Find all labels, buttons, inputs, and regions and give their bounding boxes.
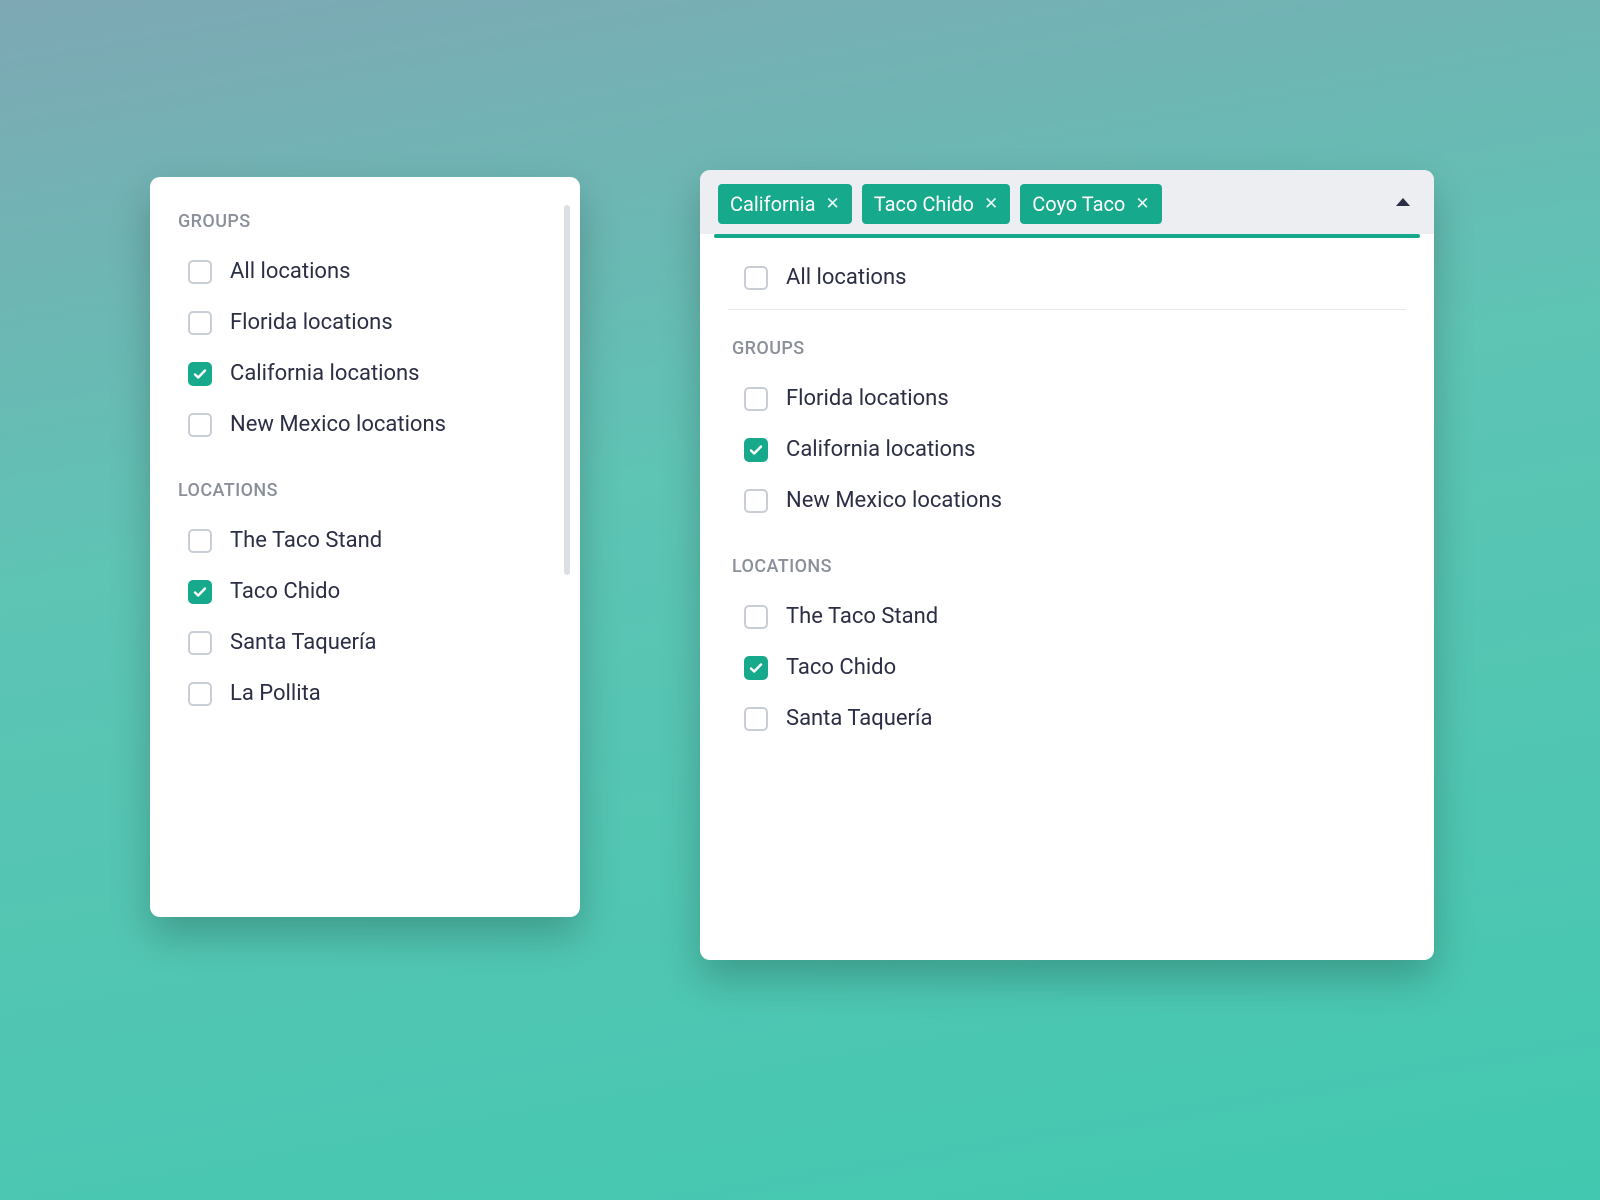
item-label: All locations [230,259,350,284]
item-label: The Taco Stand [230,528,382,553]
chip-label: California [730,192,816,216]
checkbox-item-taco-stand[interactable]: The Taco Stand [150,515,580,566]
checkbox[interactable] [188,311,212,335]
filter-panel-compact: GROUPS All locations Florida locations C… [150,177,580,917]
checkbox[interactable] [744,387,768,411]
checkbox-item-new-mexico[interactable]: New Mexico locations [150,399,580,450]
section-header-groups: GROUPS [700,330,1434,373]
checkbox[interactable] [744,266,768,290]
chip-label: Coyo Taco [1032,192,1125,216]
scrollbar[interactable] [564,205,570,575]
close-icon[interactable]: ✕ [826,196,840,213]
section-header-groups: GROUPS [150,203,580,246]
chevron-up-icon[interactable] [1396,198,1410,206]
checkbox-item-florida[interactable]: Florida locations [150,297,580,348]
checkbox-item-new-mexico[interactable]: New Mexico locations [700,475,1434,526]
item-label: Taco Chido [786,655,896,680]
item-label: Florida locations [786,386,949,411]
item-label: Santa Taquería [230,630,376,655]
chip-taco-chido[interactable]: Taco Chido ✕ [862,184,1010,224]
checkbox[interactable] [188,631,212,655]
checkbox[interactable] [188,413,212,437]
checkbox-item-taco-chido[interactable]: Taco Chido [150,566,580,617]
checkbox[interactable] [744,438,768,462]
checkbox-item-california[interactable]: California locations [150,348,580,399]
checkbox[interactable] [744,707,768,731]
checkbox-item-taco-stand[interactable]: The Taco Stand [700,591,1434,642]
checkbox[interactable] [744,656,768,680]
item-label: Taco Chido [230,579,340,604]
section-header-locations: LOCATIONS [150,472,580,515]
chip-input-bar[interactable]: California ✕ Taco Chido ✕ Coyo Taco ✕ [700,170,1434,234]
item-label: California locations [230,361,420,386]
chip-coyo-taco[interactable]: Coyo Taco ✕ [1020,184,1161,224]
checkbox-item-all-locations[interactable]: All locations [700,252,1434,303]
checkbox[interactable] [188,362,212,386]
checkbox[interactable] [188,529,212,553]
checkbox-item-taco-chido[interactable]: Taco Chido [700,642,1434,693]
close-icon[interactable]: ✕ [1135,196,1149,213]
checkbox[interactable] [188,682,212,706]
item-label: Florida locations [230,310,393,335]
item-label: New Mexico locations [230,412,446,437]
item-label: New Mexico locations [786,488,1002,513]
section-header-locations: LOCATIONS [700,548,1434,591]
chip-california[interactable]: California ✕ [718,184,852,224]
checkbox[interactable] [744,605,768,629]
item-label: La Pollita [230,681,321,706]
item-label: California locations [786,437,976,462]
filter-panel-expanded: California ✕ Taco Chido ✕ Coyo Taco ✕ Al… [700,170,1434,960]
item-label: Santa Taquería [786,706,932,731]
checkbox-item-florida[interactable]: Florida locations [700,373,1434,424]
checkbox-item-california[interactable]: California locations [700,424,1434,475]
checkbox[interactable] [188,260,212,284]
checkbox-item-all-locations[interactable]: All locations [150,246,580,297]
close-icon[interactable]: ✕ [984,196,998,213]
checkbox[interactable] [744,489,768,513]
chip-list: California ✕ Taco Chido ✕ Coyo Taco ✕ [718,184,1162,224]
chip-label: Taco Chido [874,192,974,216]
checkbox[interactable] [188,580,212,604]
item-label: The Taco Stand [786,604,938,629]
checkbox-item-santa-taqueria[interactable]: Santa Taquería [700,693,1434,744]
item-label: All locations [786,265,906,290]
checkbox-item-la-pollita[interactable]: La Pollita [150,668,580,719]
divider [728,309,1406,310]
checkbox-item-santa-taqueria[interactable]: Santa Taquería [150,617,580,668]
